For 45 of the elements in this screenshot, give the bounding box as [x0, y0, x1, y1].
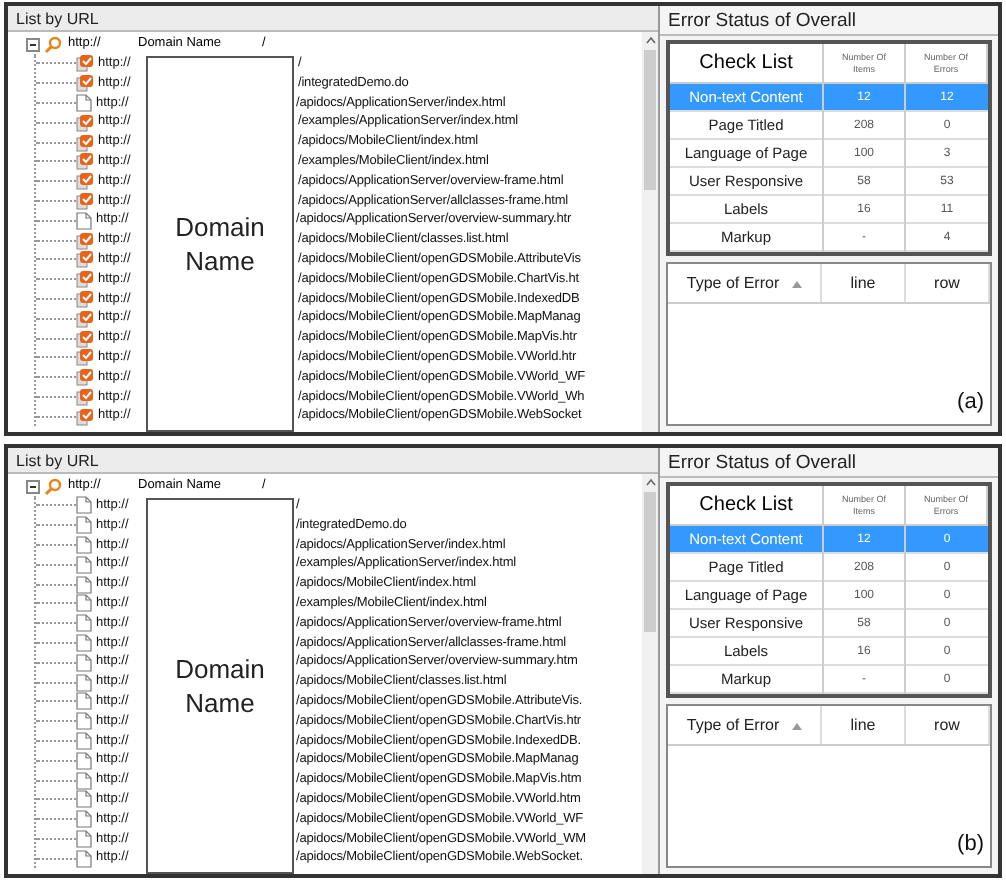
scrollbar[interactable] — [642, 32, 658, 432]
sort-icon[interactable] — [791, 279, 802, 287]
scroll-up-icon[interactable] — [645, 478, 655, 486]
panel-title: List by URL — [8, 6, 658, 32]
scrollbar-thumb[interactable] — [644, 492, 656, 632]
page-check-icon — [76, 250, 94, 269]
figure-label: (b) — [957, 829, 984, 859]
page-icon — [76, 93, 92, 112]
search-icon — [44, 35, 62, 53]
column-header[interactable]: row — [906, 706, 990, 744]
panel-title: Error Status of Overall — [660, 448, 998, 478]
collapse-icon[interactable] — [26, 479, 40, 493]
column-header[interactable]: line — [822, 706, 906, 744]
page-check-icon — [76, 74, 94, 93]
page-check-icon — [76, 231, 94, 250]
scrollbar[interactable] — [642, 474, 658, 874]
page-check-icon — [76, 387, 94, 406]
domain-mask-label: Domain Name — [173, 210, 267, 278]
panel-title: Error Status of Overall — [660, 6, 998, 36]
sort-icon[interactable] — [791, 721, 802, 729]
page-check-icon — [76, 348, 94, 367]
page-check-icon — [76, 152, 94, 171]
figure-label: (a) — [957, 387, 984, 417]
page-check-icon — [76, 191, 94, 210]
page-check-icon — [76, 54, 94, 73]
page-icon — [76, 211, 92, 230]
scroll-up-icon[interactable] — [645, 36, 655, 44]
page-check-icon — [76, 133, 94, 152]
column-header[interactable]: Type of Error — [668, 706, 822, 744]
scrollbar-thumb[interactable] — [644, 50, 656, 190]
page-check-icon — [76, 329, 94, 348]
column-header[interactable]: line — [822, 264, 906, 302]
panel-title: List by URL — [8, 448, 658, 474]
search-icon — [44, 477, 62, 495]
collapse-icon[interactable] — [26, 37, 40, 51]
page-check-icon — [76, 172, 94, 191]
domain-mask-label: Domain Name — [173, 652, 267, 720]
page-check-icon — [76, 309, 94, 328]
page-check-icon — [76, 270, 94, 289]
column-header[interactable]: row — [906, 264, 990, 302]
page-check-icon — [76, 407, 94, 426]
page-check-icon — [76, 289, 94, 308]
column-header[interactable]: Type of Error — [668, 264, 822, 302]
page-check-icon — [76, 113, 94, 132]
page-check-icon — [76, 368, 94, 387]
